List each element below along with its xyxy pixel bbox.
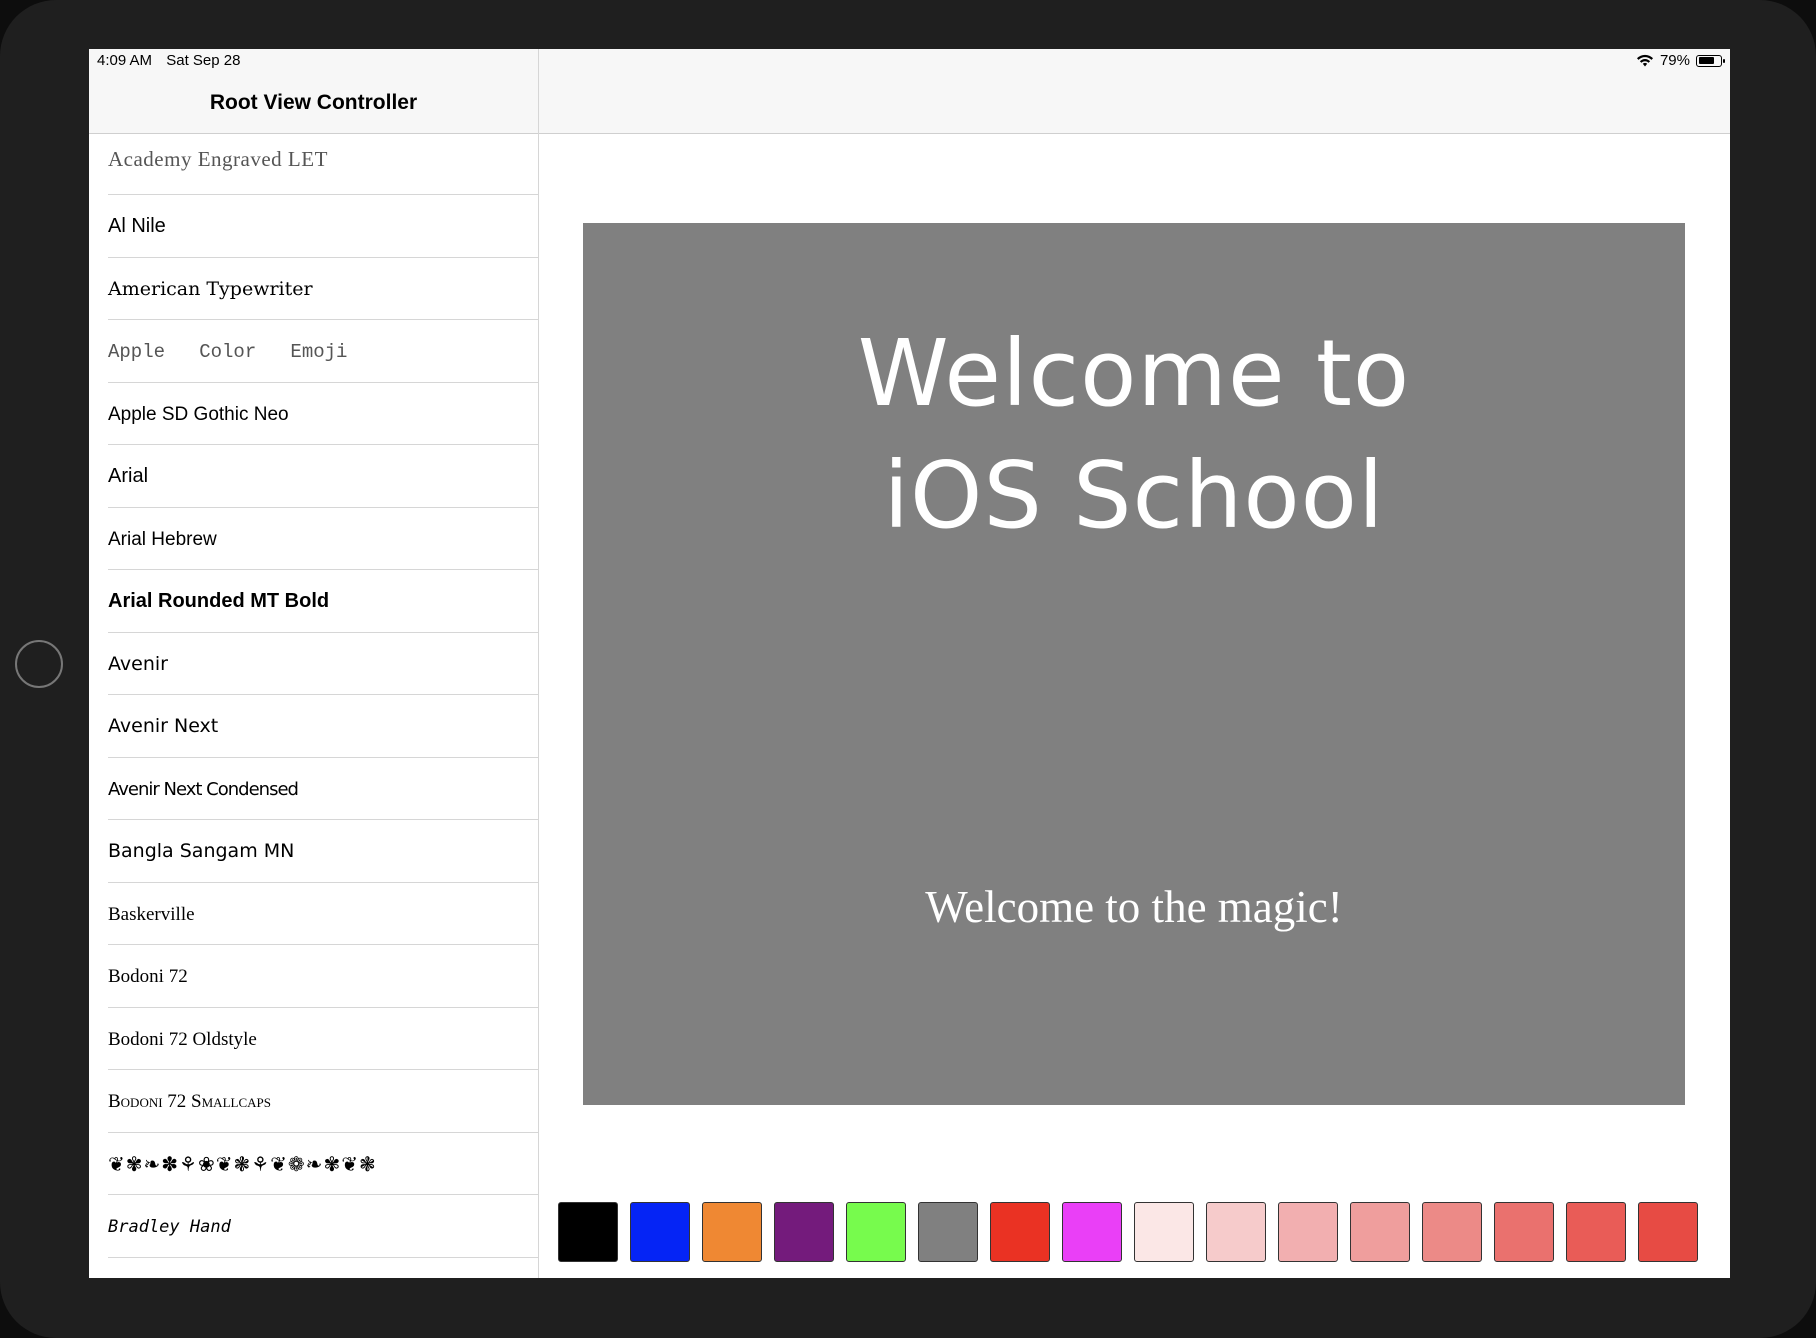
ipad-device-frame: 4:09 AM Sat Sep 28 79% Root View Control… xyxy=(0,0,1816,1338)
font-name-label: Arial xyxy=(108,465,149,487)
font-name-label: Avenir Next Condensed xyxy=(108,778,299,800)
color-swatch[interactable] xyxy=(918,1202,978,1262)
color-swatch[interactable] xyxy=(846,1202,906,1262)
color-swatch[interactable] xyxy=(1494,1202,1554,1262)
font-list-row[interactable]: Apple Color Emoji xyxy=(89,320,538,383)
color-swatch[interactable] xyxy=(1206,1202,1266,1262)
color-swatch[interactable] xyxy=(990,1202,1050,1262)
status-right: 79% xyxy=(1636,52,1725,69)
status-left: 4:09 AM Sat Sep 28 xyxy=(97,52,250,69)
detail-pane: Welcome to iOS School Welcome to the mag… xyxy=(539,49,1730,1278)
preview-title: Welcome to iOS School xyxy=(583,313,1685,557)
font-list-row[interactable]: Baskerville xyxy=(89,883,538,946)
color-swatch[interactable] xyxy=(774,1202,834,1262)
color-swatch-bar xyxy=(558,1202,1718,1262)
font-list-row[interactable]: Al Nile xyxy=(89,195,538,258)
color-swatch[interactable] xyxy=(1566,1202,1626,1262)
color-swatch[interactable] xyxy=(702,1202,762,1262)
nav-title: Root View Controller xyxy=(209,91,418,114)
color-swatch[interactable] xyxy=(558,1202,618,1262)
font-list-row[interactable]: American Typewriter xyxy=(89,258,538,321)
preview-title-line-2: iOS School xyxy=(883,442,1385,549)
home-button[interactable] xyxy=(15,640,63,688)
status-time: 4:09 AM xyxy=(97,52,153,69)
font-name-label: American Typewriter xyxy=(108,277,313,300)
color-swatch[interactable] xyxy=(1350,1202,1410,1262)
font-name-label: Academy Engraved LET xyxy=(108,147,328,171)
color-swatch[interactable] xyxy=(630,1202,690,1262)
font-name-label: Arial Rounded MT Bold xyxy=(108,590,330,612)
font-name-label: Bodoni 72 xyxy=(108,966,188,987)
color-swatch[interactable] xyxy=(1134,1202,1194,1262)
font-name-label: Avenir xyxy=(108,652,168,675)
font-list-row[interactable]: Academy Engraved LET xyxy=(89,134,538,195)
color-swatch[interactable] xyxy=(1278,1202,1338,1262)
font-list-row[interactable]: Apple SD Gothic Neo xyxy=(89,383,538,446)
font-list-row[interactable]: Bangla Sangam MN xyxy=(89,820,538,883)
battery-icon xyxy=(1696,54,1725,67)
font-list-row[interactable]: ❦✾❧✽⚘❀❦❃⚘❦❁❧✾❦❃ xyxy=(89,1133,538,1196)
font-name-label: Bradley Hand xyxy=(108,1217,231,1237)
wifi-icon xyxy=(1636,54,1653,67)
font-list-row[interactable]: Bodoni 72 xyxy=(89,945,538,1008)
battery-fill xyxy=(1698,57,1715,64)
font-name-label: Apple SD Gothic Neo xyxy=(108,403,289,425)
font-name-label: Bodoni 72 Oldstyle xyxy=(108,1028,257,1050)
font-name-label: Baskerville xyxy=(108,903,195,925)
font-name-label: Bangla Sangam MN xyxy=(108,840,295,862)
battery-percent: 79% xyxy=(1659,52,1690,69)
color-swatch[interactable] xyxy=(1062,1202,1122,1262)
font-list-row[interactable]: Avenir xyxy=(89,633,538,696)
font-list-row[interactable]: Arial Hebrew xyxy=(89,508,538,571)
font-list[interactable]: Academy Engraved LET Al Nile American Type… xyxy=(89,134,538,1258)
font-name-label: ❦✾❧✽⚘❀❦❃⚘❦❁❧✾❦❃ xyxy=(108,1151,377,1176)
screen: 4:09 AM Sat Sep 28 79% Root View Control… xyxy=(89,49,1730,1278)
preview-title-line-1: Welcome to xyxy=(857,320,1411,427)
status-date: Sat Sep 28 xyxy=(166,52,241,69)
master-pane: Root View Controller Academy Engraved LE… xyxy=(89,49,539,1278)
color-swatch[interactable] xyxy=(1422,1202,1482,1262)
font-name-label: Avenir Next xyxy=(108,715,219,737)
font-name-label: Bodoni 72 Smallcaps xyxy=(108,1091,271,1112)
color-swatch[interactable] xyxy=(1638,1202,1698,1262)
font-list-row[interactable]: Arial Rounded MT Bold xyxy=(89,570,538,633)
font-list-row[interactable]: Avenir Next Condensed xyxy=(89,758,538,821)
font-name-label: Arial Hebrew xyxy=(108,528,217,550)
font-list-row[interactable]: Bradley Hand xyxy=(89,1195,538,1258)
font-name-label: Al Nile xyxy=(108,215,166,237)
font-list-row[interactable]: Bodoni 72 Oldstyle xyxy=(89,1008,538,1071)
font-list-row[interactable]: Bodoni 72 Smallcaps xyxy=(89,1070,538,1133)
status-bar: 4:09 AM Sat Sep 28 79% xyxy=(89,49,1730,73)
preview-panel: Welcome to iOS School Welcome to the mag… xyxy=(583,223,1685,1105)
font-list-row[interactable]: Avenir Next xyxy=(89,695,538,758)
font-list-row[interactable]: Arial xyxy=(89,445,538,508)
preview-subtitle: Welcome to the magic! xyxy=(925,882,1343,932)
font-name-label: Apple Color Emoji xyxy=(108,341,348,363)
